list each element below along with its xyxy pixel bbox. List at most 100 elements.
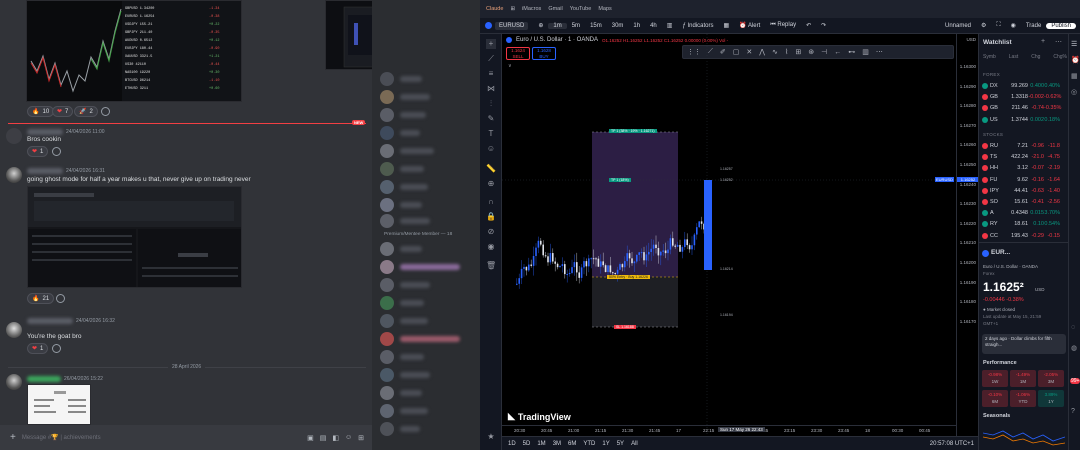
price-scale[interactable]: USD 1.16300 1.16290 1.16280 1.16270 1.16260 1… — [935, 34, 979, 436]
timeframe-15m[interactable]: 15m — [585, 23, 607, 29]
username-blurred[interactable] — [27, 168, 63, 174]
performance-cell[interactable]: -2.05% 3M — [1038, 370, 1064, 387]
member-item[interactable] — [380, 108, 476, 122]
range-ytd[interactable]: YTD — [583, 441, 595, 447]
watchlist-row[interactable]: GB 1.3318 -0.002 -0.62% — [979, 92, 1068, 102]
member-item[interactable] — [380, 242, 476, 256]
member-item[interactable] — [380, 404, 476, 418]
forex-section[interactable]: FOREX — [983, 72, 1000, 77]
col-chgpct[interactable]: Chg% — [1053, 54, 1067, 60]
layouts-icon[interactable]: ▦ — [718, 22, 734, 29]
zoom-icon[interactable]: ⊕ — [486, 179, 496, 189]
replay-button[interactable]: ⏮ Replay — [765, 22, 801, 29]
avatar[interactable] — [6, 167, 22, 183]
member-item[interactable] — [380, 260, 476, 274]
watchlist-icon[interactable]: ☰ — [1071, 40, 1077, 48]
phone-screenshot-attachment[interactable] — [27, 384, 91, 425]
member-item[interactable] — [380, 350, 476, 364]
chart-screenshot-attachment[interactable]: GBPUSD 1.34200 EURUSD 1.16254 USDJPY 155… — [26, 0, 242, 102]
member-item[interactable] — [380, 214, 476, 228]
sticker-icon[interactable]: ◧ — [332, 434, 339, 442]
grid-icon[interactable]: ⊞ — [510, 6, 515, 12]
timeframe-30m[interactable]: 30m — [607, 23, 629, 29]
chat-icon[interactable]: ◌ — [1071, 324, 1075, 331]
performance-cell[interactable]: -1.06% YTD — [1010, 390, 1036, 407]
symbol-search[interactable]: EURUSD — [480, 21, 533, 30]
reaction-fire[interactable]: 🔥 10 — [27, 106, 55, 117]
projection-icon[interactable]: ⫶ — [486, 99, 496, 109]
range-1y[interactable]: 1Y — [602, 441, 609, 447]
member-item[interactable] — [380, 90, 476, 104]
bookmark-gmail[interactable]: Gmail — [548, 6, 562, 12]
clock[interactable]: 20:57:08 UTC+1 — [930, 441, 974, 447]
member-item[interactable] — [380, 314, 476, 328]
price-chart[interactable]: Euro / U.S. Dollar · 1 · OANDA O1.16252 … — [502, 34, 956, 436]
watchlist-row[interactable]: FU 9.62 -0.16 -1.64 — [979, 175, 1068, 185]
trade-button[interactable]: Trade — [1021, 23, 1046, 29]
fib-icon[interactable]: ≡ — [486, 69, 496, 79]
undo-icon[interactable]: ↶ — [801, 22, 816, 29]
avatar[interactable] — [6, 128, 22, 144]
notifications-icon[interactable]: 99+ — [1070, 378, 1080, 384]
alerts-icon[interactable]: ⏰ — [1071, 56, 1080, 64]
col-last[interactable]: Last — [1009, 54, 1018, 60]
timeframe-5m[interactable]: 5m — [567, 23, 585, 29]
avatar[interactable] — [6, 374, 22, 390]
member-item[interactable] — [380, 126, 476, 140]
watchlist-row[interactable]: RY 18.61 0.10 0.54% — [979, 219, 1068, 229]
member-item[interactable] — [380, 278, 476, 292]
crosshair-icon[interactable]: + — [486, 39, 496, 49]
username-blurred[interactable] — [27, 129, 63, 135]
bookmark-maps[interactable]: Maps — [598, 6, 611, 12]
publish-button[interactable]: Publish — [1046, 22, 1076, 29]
watchlist-row[interactable]: RU 7.21 -0.96 -11.8 — [979, 141, 1068, 151]
emoji-icon[interactable]: ☺ — [486, 144, 496, 154]
watchlist-row[interactable]: HH 3.12 -0.07 -2.19 — [979, 163, 1068, 173]
ruler-icon[interactable]: 📏 — [486, 164, 496, 174]
visibility-icon[interactable]: ◉ — [486, 242, 496, 252]
stocks-section[interactable]: STOCKS — [983, 132, 1003, 137]
text-icon[interactable]: T — [486, 129, 496, 139]
redo-icon[interactable]: ↷ — [816, 22, 831, 29]
message-input[interactable]: Message #🏆 | achievements — [22, 434, 301, 441]
performance-cell[interactable]: 3.89% 1Y — [1038, 390, 1064, 407]
bookmark-claude[interactable]: Claude — [486, 6, 503, 12]
watchlist-row[interactable]: GB 211.46 -0.74 -0.35% — [979, 103, 1068, 113]
avatar[interactable] — [6, 322, 22, 338]
member-item[interactable] — [380, 422, 476, 436]
magnet-icon[interactable]: ∩ — [486, 197, 496, 207]
username-blurred[interactable] — [27, 318, 73, 324]
member-item[interactable] — [380, 386, 476, 400]
performance-cell[interactable]: -0.10% 6M — [982, 390, 1008, 407]
col-chg[interactable]: Chg — [1031, 54, 1040, 60]
add-reaction-icon[interactable] — [56, 294, 65, 303]
indicators-button[interactable]: ƒ Indicators — [677, 23, 718, 29]
reaction-rocket[interactable]: 🚀 2 — [74, 106, 98, 117]
fullscreen-icon[interactable]: ⛶ — [991, 22, 1005, 29]
watchlist-row[interactable]: US 1.3744 0.002 0.18% — [979, 115, 1068, 125]
member-item[interactable] — [380, 332, 476, 346]
performance-cell[interactable]: -1.49% 1M — [1010, 370, 1036, 387]
watchlist-row[interactable]: DX 99.269 0.400 0.40% — [979, 81, 1068, 91]
watchlist-more-icon[interactable]: ⋯ — [1055, 38, 1062, 46]
alert-button[interactable]: ⏰ Alert — [734, 22, 765, 29]
add-attachment-icon[interactable]: + — [10, 432, 16, 443]
chart-type-icon[interactable]: ▥ — [662, 22, 678, 29]
watchlist-title[interactable]: Watchlist — [983, 39, 1012, 46]
pattern-icon[interactable]: ⋈ — [486, 84, 496, 94]
brush-icon[interactable]: ✎ — [486, 114, 496, 124]
bookmark-youtube[interactable]: YouTube — [570, 6, 592, 12]
range-5d[interactable]: 5D — [523, 441, 531, 447]
add-reaction-icon[interactable] — [101, 107, 110, 116]
gif-icon[interactable]: ▤ — [320, 434, 327, 442]
help-icon[interactable]: ? — [1071, 408, 1075, 415]
reaction-heart[interactable]: ❤ 1 — [27, 146, 49, 157]
message-composer[interactable]: + Message #🏆 | achievements ▣ ▤ ◧ ☺ ⊞ — [0, 425, 372, 450]
member-item[interactable] — [380, 198, 476, 212]
camera-icon[interactable]: ◉ — [1006, 22, 1021, 29]
member-item[interactable] — [380, 144, 476, 158]
range-1m[interactable]: 1M — [537, 441, 545, 447]
timeframe-1m[interactable]: 1m — [548, 22, 567, 29]
range-all[interactable]: All — [631, 441, 638, 447]
trash-icon[interactable]: 🗑 — [486, 261, 496, 271]
